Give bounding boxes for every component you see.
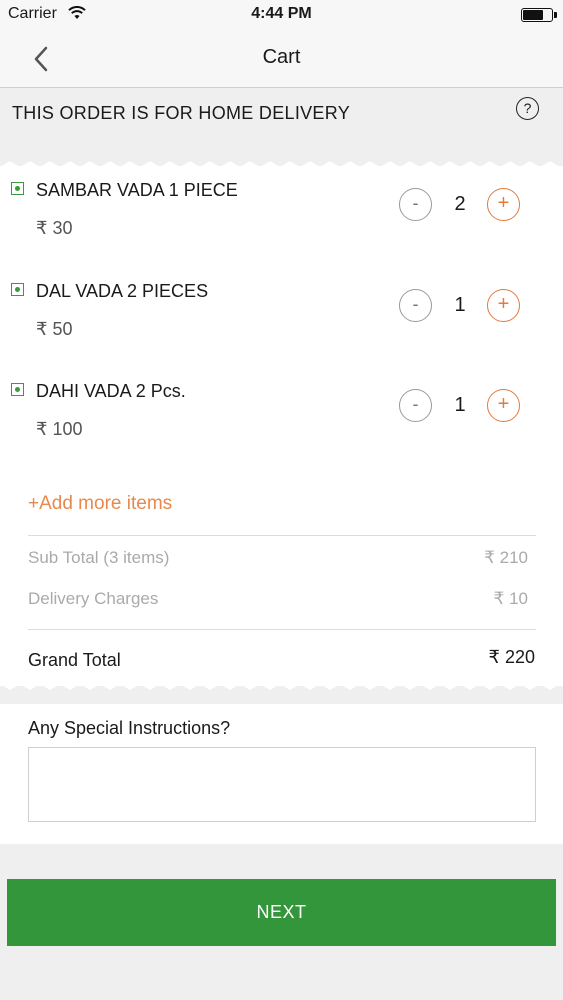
veg-indicator-icon <box>11 383 24 396</box>
grand-total-value: ₹ 220 <box>488 647 536 667</box>
special-instructions-label: Any Special Instructions? <box>28 718 231 738</box>
increase-quantity-button[interactable]: + <box>487 389 520 422</box>
delivery-type-text: THIS ORDER IS FOR HOME DELIVERY <box>12 103 351 123</box>
veg-indicator-icon <box>11 283 24 296</box>
item-price: ₹ 50 <box>36 319 73 339</box>
decrease-quantity-button[interactable]: - <box>399 389 432 422</box>
subtotal-label: Sub Total (3 items) <box>28 548 170 567</box>
decrease-quantity-button[interactable]: - <box>399 289 432 322</box>
cart-item: SAMBAR VADA 1 PIECE ₹ 30 - 2 + <box>0 166 563 266</box>
item-quantity: 2 <box>454 193 466 215</box>
item-name: SAMBAR VADA 1 PIECE <box>36 180 238 200</box>
cart-item: DAL VADA 2 PIECES ₹ 50 - 1 + <box>0 267 563 367</box>
item-price: ₹ 30 <box>36 218 73 238</box>
increase-quantity-button[interactable]: + <box>487 289 520 322</box>
special-instructions-input[interactable] <box>28 747 536 822</box>
delivery-charges-label: Delivery Charges <box>28 589 159 608</box>
nav-bar: Cart <box>0 30 563 88</box>
divider <box>28 535 536 536</box>
subtotal-value: ₹ 210 <box>484 548 528 567</box>
status-bar: Carrier 4:44 PM <box>0 0 563 30</box>
zigzag-bottom-edge <box>0 684 563 690</box>
page-title: Cart <box>262 46 301 68</box>
add-more-items-link[interactable]: +Add more items <box>28 493 172 515</box>
item-name: DAL VADA 2 PIECES <box>36 281 209 301</box>
veg-indicator-icon <box>11 182 24 195</box>
delivery-charges-value: ₹ 10 <box>493 589 528 608</box>
next-button[interactable]: NEXT <box>7 879 556 946</box>
divider <box>28 629 536 630</box>
cart-item: DAHI VADA 2 Pcs. ₹ 100 - 1 + <box>0 367 563 467</box>
grand-total-label: Grand Total <box>28 650 121 670</box>
delivery-type-header: THIS ORDER IS FOR HOME DELIVERY ? <box>0 89 563 161</box>
item-name: DAHI VADA 2 Pcs. <box>36 381 186 401</box>
decrease-quantity-button[interactable]: - <box>399 188 432 221</box>
item-quantity: 1 <box>454 294 466 316</box>
status-time: 4:44 PM <box>251 5 312 22</box>
increase-quantity-button[interactable]: + <box>487 188 520 221</box>
battery-level <box>523 10 543 20</box>
item-price: ₹ 100 <box>36 419 83 439</box>
help-icon[interactable]: ? <box>516 97 539 120</box>
battery-icon <box>521 8 557 22</box>
item-quantity: 1 <box>454 394 466 416</box>
